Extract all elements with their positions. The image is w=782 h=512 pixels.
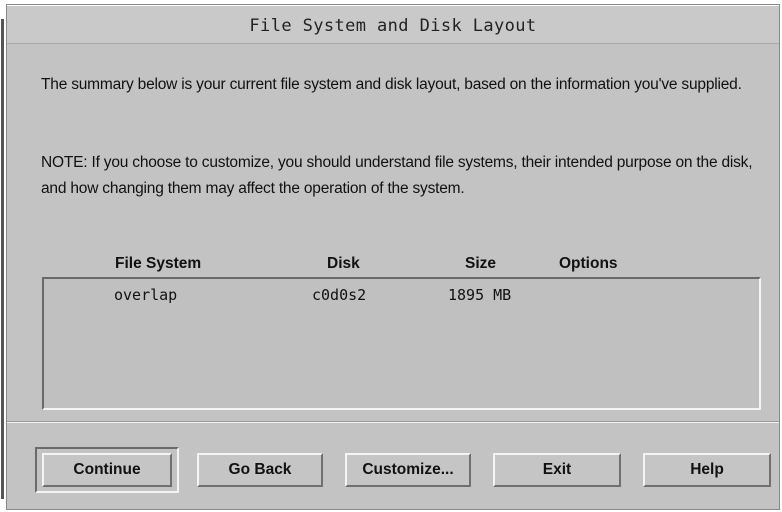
column-header-file-system: File System xyxy=(115,255,202,272)
installer-window: File System and Disk Layout The summary … xyxy=(1,4,780,510)
exit-button[interactable]: Exit xyxy=(493,453,621,487)
column-header-disk: Disk xyxy=(327,255,360,272)
note-text: NOTE: If you choose to customize, you sh… xyxy=(41,154,753,197)
cell-disk: c0d0s2 xyxy=(312,286,367,304)
go-back-button[interactable]: Go Back xyxy=(197,453,323,487)
cell-file-system: overlap xyxy=(114,286,178,304)
column-header-size: Size xyxy=(465,255,497,272)
customize-button[interactable]: Customize... xyxy=(345,453,471,487)
continue-button[interactable]: Continue xyxy=(42,453,172,487)
help-button[interactable]: Help xyxy=(643,453,771,487)
column-header-options: Options xyxy=(559,255,618,272)
table-row[interactable]: overlap c0d0s2 1895 MB xyxy=(44,279,759,305)
divider xyxy=(7,421,779,423)
window-title: File System and Disk Layout xyxy=(249,16,537,36)
title-bar[interactable]: File System and Disk Layout xyxy=(7,5,779,44)
cell-size: 1895 MB xyxy=(448,286,512,304)
file-system-list[interactable]: overlap c0d0s2 1895 MB xyxy=(42,277,761,410)
summary-text: The summary below is your current file s… xyxy=(41,76,742,93)
